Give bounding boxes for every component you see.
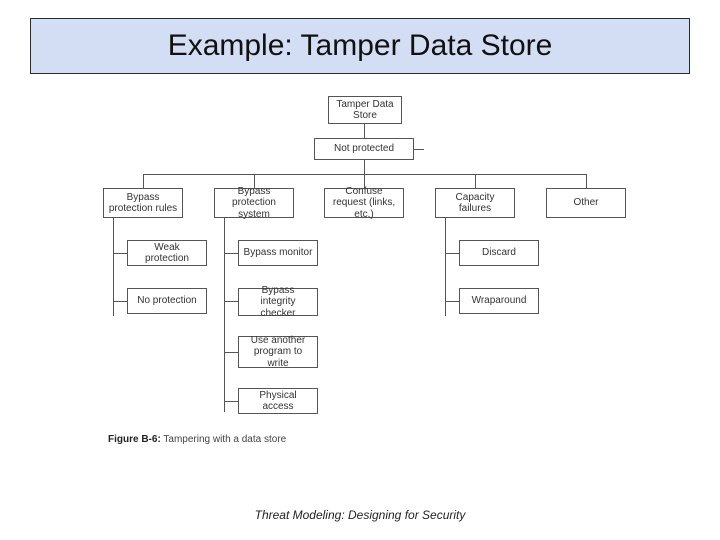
node-physical-access: Physical access [238,388,318,414]
slide-title: Example: Tamper Data Store [168,29,553,63]
node-confuse-request: Confuse request (links, etc.) [324,188,404,218]
connector [224,301,238,302]
node-root: Tamper Data Store [328,96,402,124]
connector [224,253,238,254]
node-not-protected: Not protected [314,138,414,160]
connector [113,301,127,302]
figure-caption: Figure B-6: Tampering with a data store [108,434,286,445]
node-no-protection: No protection [127,288,207,314]
node-bypass-integrity-checker: Bypass integrity checker [238,288,318,316]
figure-number: Figure B-6: [108,434,161,445]
tree-diagram: Tamper Data Store Not protected Bypass p… [0,90,720,480]
footer-text: Threat Modeling: Designing for Security [0,508,720,522]
node-bypass-protection-rules: Bypass protection rules [103,188,183,218]
node-weak-protection: Weak protection [127,240,207,266]
node-wraparound: Wraparound [459,288,539,314]
connector [364,124,365,138]
connector [414,149,424,150]
connector [445,301,459,302]
connector [475,174,476,188]
node-other: Other [546,188,626,218]
connector [224,352,238,353]
connector [224,218,225,412]
node-capacity-failures: Capacity failures [435,188,515,218]
connector [143,174,587,175]
node-use-another-program: Use another program to write [238,336,318,368]
connector [364,160,365,174]
connector [143,174,144,188]
node-bypass-protection-system: Bypass protection system [214,188,294,218]
title-bar: Example: Tamper Data Store [30,18,690,74]
connector [445,253,459,254]
node-discard: Discard [459,240,539,266]
figure-caption-text: Tampering with a data store [161,434,286,445]
slide: Example: Tamper Data Store Tamper Data S… [0,0,720,540]
connector [224,401,238,402]
node-bypass-monitor: Bypass monitor [238,240,318,266]
connector [113,253,127,254]
connector [586,174,587,188]
